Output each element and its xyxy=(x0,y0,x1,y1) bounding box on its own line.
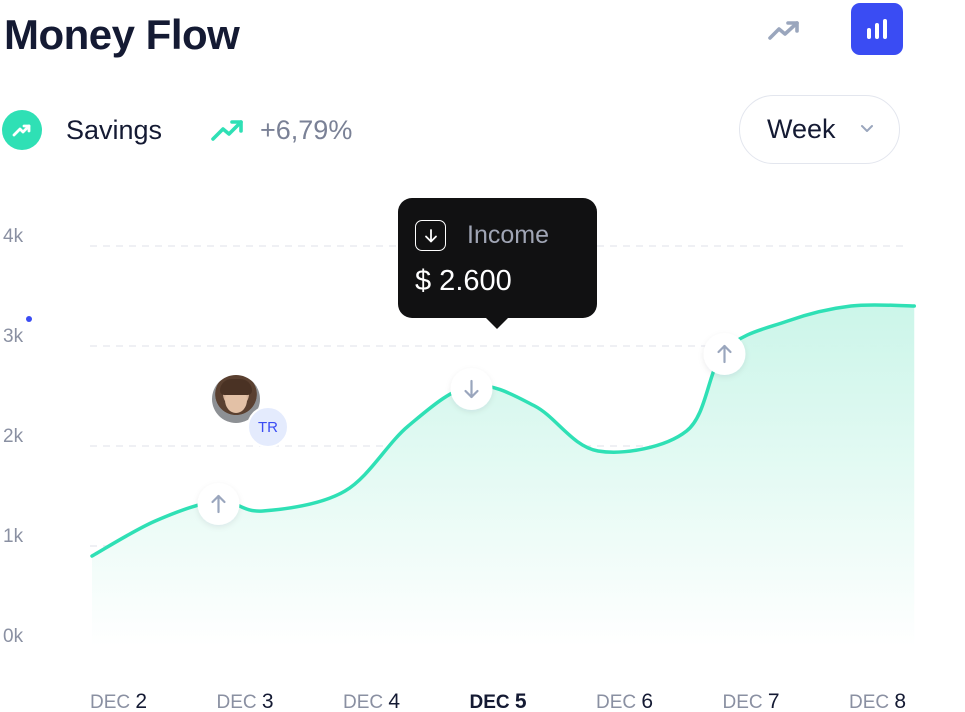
y-tick-label: 0k xyxy=(3,626,24,647)
active-indicator-dot xyxy=(26,316,32,322)
arrow-up-marker[interactable] xyxy=(703,333,746,375)
x-tick-label[interactable]: DEC 6 xyxy=(596,690,653,712)
tooltip-pointer xyxy=(484,316,510,329)
tooltip-value: $ 2.600 xyxy=(415,265,512,297)
arrow-down-marker[interactable] xyxy=(450,368,493,410)
x-tick-label[interactable]: DEC 3 xyxy=(217,690,274,712)
y-tick-label: 3k xyxy=(3,326,24,347)
x-tick-label[interactable]: DEC 8 xyxy=(849,690,906,712)
x-tick-label[interactable]: DEC 2 xyxy=(90,690,147,712)
tooltip-label: Income xyxy=(467,221,549,249)
x-tick-label[interactable]: DEC 4 xyxy=(343,690,400,712)
arrow-down-box-icon xyxy=(415,220,446,251)
y-tick-label: 1k xyxy=(3,526,24,547)
savings-area xyxy=(92,304,915,646)
user-initials-badge[interactable]: TR xyxy=(247,406,289,448)
x-tick-label[interactable]: DEC 7 xyxy=(723,690,780,712)
arrow-up-marker[interactable] xyxy=(197,483,240,525)
x-tick-label[interactable]: DEC 5 xyxy=(470,690,527,712)
income-tooltip: Income $ 2.600 xyxy=(398,198,597,318)
y-tick-label: 2k xyxy=(3,426,24,447)
money-flow-chart: 0k 1k 2k 3k 4k DEC 2 DEC 3 DEC 4 DEC 5 DEC 6 DEC … xyxy=(3,226,916,712)
y-tick-label: 4k xyxy=(3,226,24,247)
